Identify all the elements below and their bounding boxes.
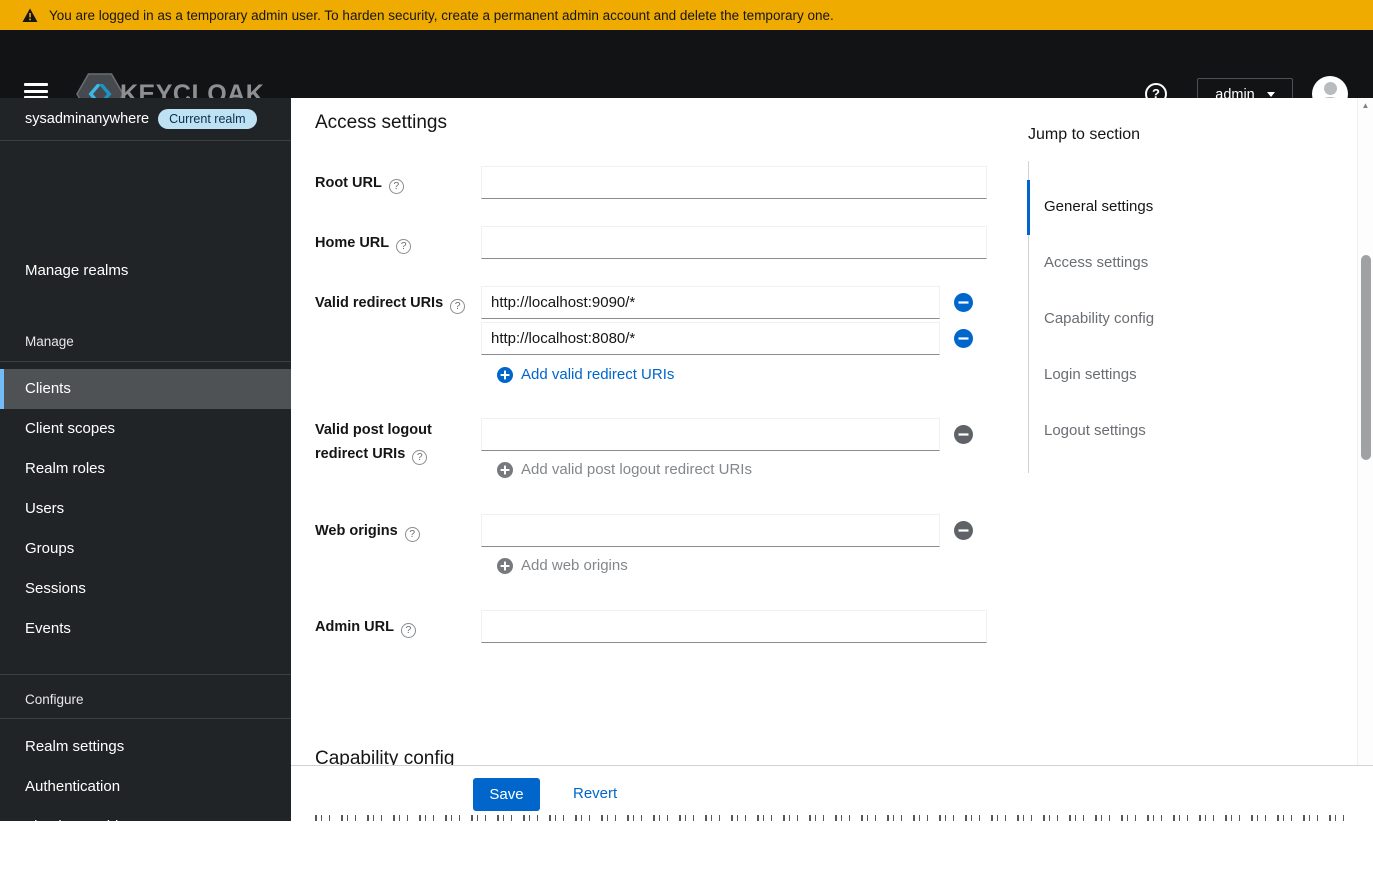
plus-circle-icon — [497, 366, 513, 383]
nav-toggle-hamburger-icon[interactable] — [24, 83, 48, 99]
jump-link-login-settings[interactable]: Login settings — [1044, 365, 1137, 385]
jump-link-access-settings[interactable]: Access settings — [1044, 253, 1148, 273]
warning-icon — [22, 8, 38, 22]
remove-post-logout-uri-button-disabled[interactable] — [954, 425, 973, 444]
sidebar-item-realm-roles[interactable]: Realm roles — [0, 449, 291, 489]
admin-url-input[interactable] — [481, 610, 987, 643]
temp-admin-warning-banner: You are logged in as a temporary admin u… — [0, 0, 1373, 30]
save-button[interactable]: Save — [473, 778, 540, 811]
minus-circle-icon — [954, 521, 973, 540]
realm-name: sysadminanywhere — [25, 111, 150, 127]
current-realm-row[interactable]: sysadminanywhere Current realm — [0, 98, 291, 140]
sidebar-item-user-federation[interactable]: User federation — [0, 847, 291, 887]
sidebar-item-identity-providers[interactable]: Identity providers — [0, 807, 291, 847]
sidebar-item-authentication[interactable]: Authentication — [0, 767, 291, 807]
scrollbar-up-arrow-icon[interactable]: ▲ — [1358, 101, 1373, 110]
add-web-origins-button[interactable]: Add web origins — [497, 557, 628, 574]
remove-web-origin-button-disabled[interactable] — [954, 521, 973, 540]
sidebar-item-users[interactable]: Users — [0, 489, 291, 529]
sidebar-divider — [0, 140, 291, 141]
sidebar-group-configure: Configure — [25, 692, 84, 707]
remove-redirect-uri-0-button[interactable] — [954, 293, 973, 312]
remove-redirect-uri-1-button[interactable] — [954, 329, 973, 348]
root-url-help-icon[interactable]: ? — [388, 179, 404, 194]
minus-circle-icon — [954, 329, 973, 348]
web-origins-help-icon[interactable]: ? — [404, 527, 420, 542]
sidebar-item-sessions[interactable]: Sessions — [0, 569, 291, 609]
valid-redirect-uri-input-1[interactable] — [481, 322, 940, 355]
sidebar-item-events[interactable]: Events — [0, 609, 291, 649]
jump-link-general-settings[interactable]: General settings — [1044, 197, 1153, 217]
jump-nav-active-indicator — [1027, 180, 1030, 235]
plus-circle-icon — [497, 557, 513, 574]
valid-post-logout-redirect-uris-label: Valid post logout redirect URIs? — [315, 422, 432, 465]
section-heading-access-settings: Access settings — [315, 112, 447, 133]
admin-url-help-icon[interactable]: ? — [400, 623, 416, 638]
jump-link-logout-settings[interactable]: Logout settings — [1044, 421, 1146, 441]
root-url-input[interactable] — [481, 166, 987, 199]
valid-redirect-uris-help-icon[interactable]: ? — [450, 299, 466, 314]
web-origins-input[interactable] — [481, 514, 940, 547]
sidebar-group-manage: Manage — [25, 334, 74, 349]
scrollbar-thumb[interactable] — [1361, 255, 1371, 460]
home-url-input[interactable] — [481, 226, 987, 259]
sidebar-item-client-scopes[interactable]: Client scopes — [0, 409, 291, 449]
sidebar-divider — [0, 674, 291, 675]
sidebar-item-groups[interactable]: Groups — [0, 529, 291, 569]
admin-url-label: Admin URL? — [315, 615, 480, 639]
valid-post-logout-redirect-uri-input[interactable] — [481, 418, 940, 451]
jump-link-capability-config[interactable]: Capability config — [1044, 309, 1154, 329]
form-action-bar: Save Revert — [291, 765, 1373, 812]
current-realm-badge: Current realm — [158, 109, 257, 129]
revert-button[interactable]: Revert — [573, 785, 617, 802]
web-origins-label: Web origins? — [315, 519, 480, 543]
add-valid-redirect-uris-button[interactable]: Add valid redirect URIs — [497, 366, 674, 383]
vertical-scrollbar[interactable]: ▲ — [1357, 98, 1373, 765]
masthead: KEYCLOAK ? admin — [0, 30, 1373, 115]
home-url-label: Home URL? — [315, 231, 480, 255]
sidebar: sysadminanywhere Current realm Manage re… — [0, 98, 291, 875]
add-valid-post-logout-redirect-uris-button[interactable]: Add valid post logout redirect URIs — [497, 461, 752, 478]
root-url-label: Root URL? — [315, 171, 480, 195]
jump-to-section-title: Jump to section — [1028, 126, 1141, 143]
sidebar-divider — [0, 718, 291, 719]
valid-post-logout-help-icon[interactable]: ? — [412, 450, 428, 465]
sidebar-item-manage-realms[interactable]: Manage realms — [0, 251, 291, 291]
valid-redirect-uris-label: Valid redirect URIs? — [315, 291, 480, 315]
minus-circle-icon — [954, 293, 973, 312]
banner-text: You are logged in as a temporary admin u… — [49, 7, 834, 23]
sidebar-item-clients[interactable]: Clients — [0, 369, 291, 409]
minus-circle-icon — [954, 425, 973, 444]
home-url-help-icon[interactable]: ? — [396, 239, 412, 254]
sidebar-divider — [0, 361, 291, 362]
valid-redirect-uri-input-0[interactable] — [481, 286, 940, 319]
clipped-scrolled-content — [315, 812, 1345, 821]
chevron-down-icon — [1266, 92, 1275, 97]
plus-circle-icon — [497, 461, 513, 478]
sidebar-item-realm-settings[interactable]: Realm settings — [0, 727, 291, 767]
